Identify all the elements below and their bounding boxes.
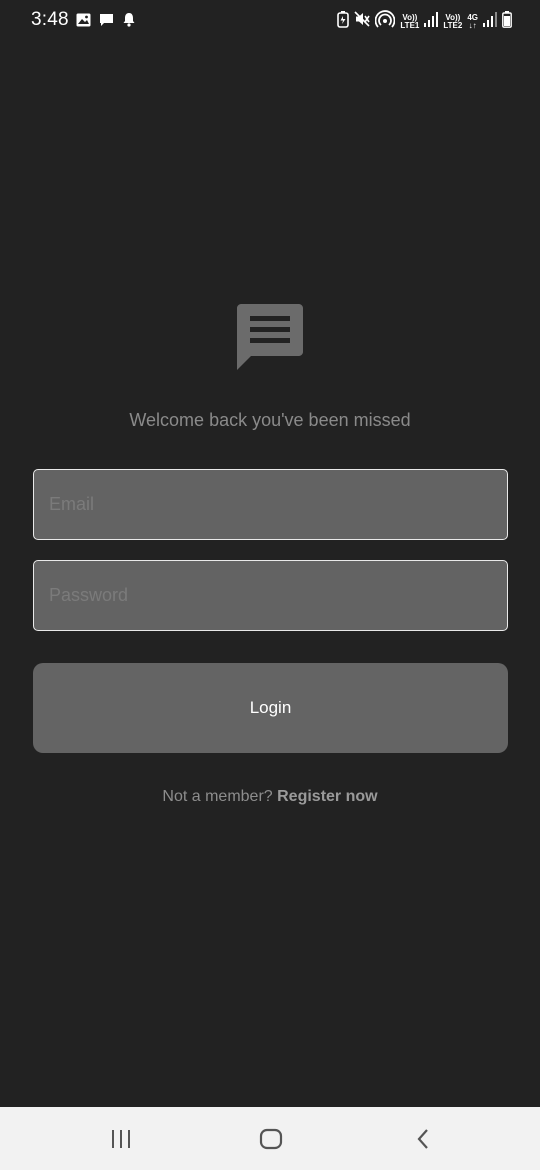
status-right-icons: Vo)) LTE1 Vo)) LTE2 4G ↓↑ bbox=[337, 10, 512, 33]
email-input[interactable] bbox=[49, 494, 492, 515]
battery-saver-icon bbox=[337, 10, 350, 33]
4g-icon: 4G ↓↑ bbox=[467, 13, 478, 30]
battery-icon bbox=[502, 10, 512, 33]
status-time: 3:48 bbox=[31, 9, 69, 30]
password-input[interactable] bbox=[49, 585, 492, 606]
login-button[interactable]: Login bbox=[33, 663, 508, 753]
hotspot-icon bbox=[374, 10, 396, 33]
gallery-icon bbox=[76, 13, 91, 32]
volte-lte1-icon: Vo)) LTE1 bbox=[400, 13, 420, 30]
signal-1-icon bbox=[424, 11, 439, 32]
system-nav-bar bbox=[0, 1107, 540, 1170]
password-field[interactable] bbox=[33, 560, 508, 631]
email-field[interactable] bbox=[33, 469, 508, 540]
status-left-icons bbox=[76, 12, 136, 32]
back-icon[interactable] bbox=[408, 1125, 438, 1153]
chat-bubble-lines-icon bbox=[236, 303, 304, 371]
register-prompt: Not a member? bbox=[162, 788, 273, 805]
status-bar: 3:48 Vo)) LTE1 Vo)) LTE2 4G ↓↑ bbox=[0, 0, 540, 40]
home-icon[interactable] bbox=[256, 1125, 286, 1153]
data-arrows-icon: ↓↑ bbox=[468, 20, 477, 30]
recent-apps-icon[interactable] bbox=[106, 1125, 136, 1153]
volte-lte2-icon: Vo)) LTE2 bbox=[443, 13, 463, 30]
lte2-text: LTE2 bbox=[443, 20, 463, 30]
notification-bell-icon bbox=[122, 12, 136, 32]
login-screen: 3:48 Vo)) LTE1 Vo)) LTE2 4G ↓↑ Welcome b… bbox=[0, 0, 540, 1170]
lte1-text: LTE1 bbox=[400, 20, 420, 30]
login-button-label: Login bbox=[249, 698, 292, 717]
mute-icon bbox=[354, 11, 371, 32]
welcome-text: Welcome back you've been missed bbox=[129, 410, 411, 430]
register-row: Not a member? Register now bbox=[0, 788, 540, 806]
signal-2-icon bbox=[483, 11, 497, 32]
message-icon bbox=[99, 13, 114, 32]
register-now-link[interactable]: Register now bbox=[277, 788, 377, 805]
